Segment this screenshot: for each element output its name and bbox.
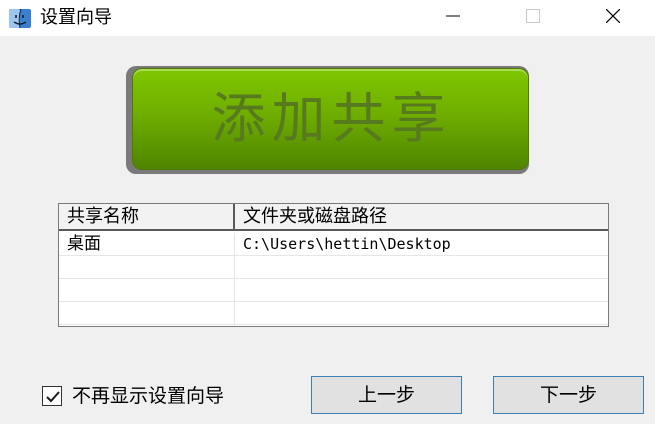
minimize-button[interactable] — [430, 0, 476, 32]
add-share-label: 添加共享 — [211, 87, 452, 150]
share-table: 共享名称 文件夹或磁盘路径 桌面 C:\Users\hettin\Desktop — [58, 203, 609, 327]
previous-button[interactable]: 上一步 — [311, 376, 462, 414]
share-path-cell — [235, 302, 608, 324]
close-icon — [606, 9, 620, 23]
table-row[interactable] — [59, 302, 608, 325]
minimize-icon — [446, 15, 460, 17]
share-path-cell — [235, 279, 608, 301]
title-bar: 设置向导 — [0, 0, 655, 36]
column-header-path[interactable]: 文件夹或磁盘路径 — [235, 204, 608, 229]
table-header: 共享名称 文件夹或磁盘路径 — [59, 204, 608, 231]
checkmark-icon — [46, 391, 60, 403]
window-title: 设置向导 — [40, 7, 112, 28]
maximize-icon — [526, 9, 540, 23]
dont-show-again-label: 不再显示设置向导 — [72, 385, 225, 407]
add-share-button-face: 添加共享 — [132, 68, 529, 170]
share-name-cell: 桌面 — [59, 233, 235, 255]
next-button[interactable]: 下一步 — [493, 376, 644, 414]
close-button[interactable] — [590, 0, 636, 32]
share-path-cell: C:\Users\hettin\Desktop — [243, 235, 451, 253]
share-name-cell — [59, 279, 235, 301]
table-row[interactable]: 桌面 C:\Users\hettin\Desktop — [59, 233, 608, 256]
share-path-cell — [235, 256, 608, 278]
table-row[interactable] — [59, 256, 608, 279]
share-name-cell — [59, 256, 235, 278]
maximize-button[interactable] — [510, 0, 556, 32]
column-header-share-name[interactable]: 共享名称 — [59, 204, 235, 229]
dont-show-again-checkbox[interactable] — [42, 386, 62, 406]
share-name-cell — [59, 302, 235, 324]
table-row[interactable] — [59, 279, 608, 302]
mac-finder-icon — [8, 6, 32, 30]
add-share-button[interactable]: 添加共享 — [126, 66, 529, 174]
